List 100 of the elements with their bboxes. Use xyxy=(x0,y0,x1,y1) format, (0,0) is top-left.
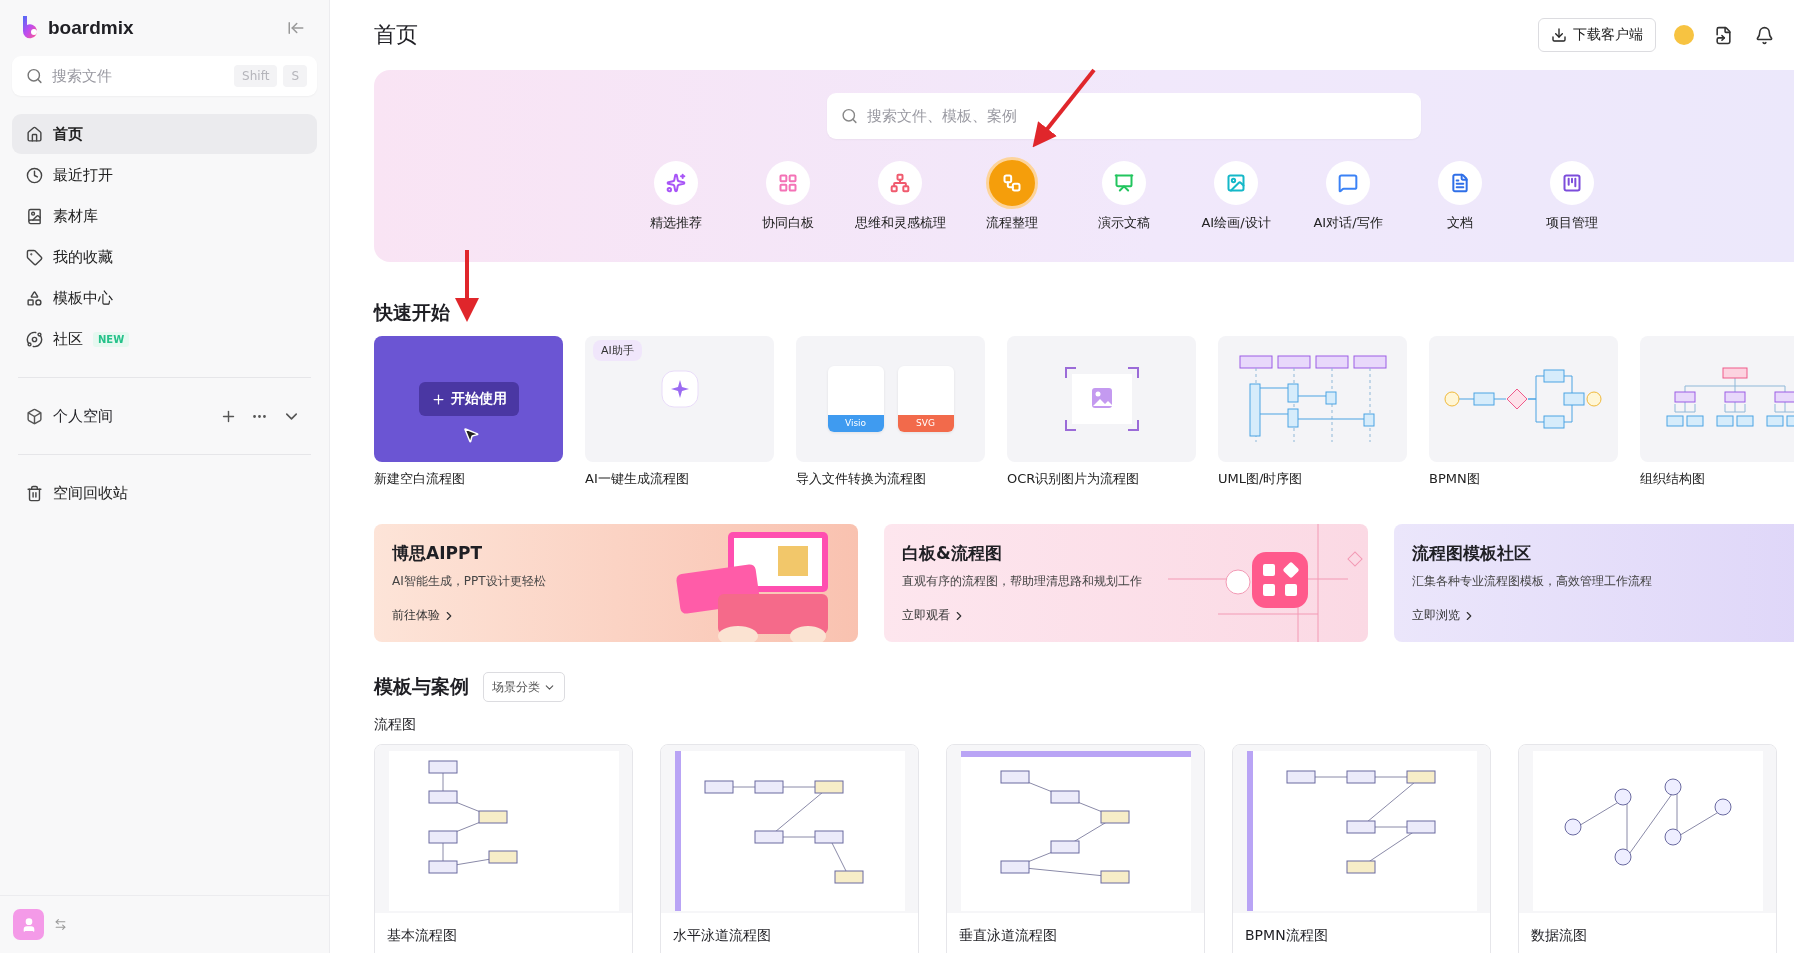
new-badge: NEW xyxy=(93,331,130,347)
sparkle-icon xyxy=(659,369,700,409)
shortcut-key: Shift xyxy=(234,65,278,87)
category-tab[interactable]: 演示文稿 xyxy=(1068,161,1180,232)
template-card[interactable]: 水平泳道流程图 xyxy=(660,744,919,953)
banner-link[interactable]: 立即浏览 xyxy=(1412,607,1476,624)
shapes-icon xyxy=(26,289,43,307)
nav-label: 我的收藏 xyxy=(53,247,113,267)
ai-tag: AI助手 xyxy=(593,340,642,361)
quick-start-card[interactable]: 开始使用 xyxy=(374,336,563,462)
tag-icon xyxy=(26,248,43,266)
category-label: AI绘画/设计 xyxy=(1201,214,1271,232)
planet-icon xyxy=(26,330,43,348)
coin-icon[interactable] xyxy=(1674,25,1694,45)
banner-title: 博思AIPPT xyxy=(392,542,483,565)
nav-label: 社区 xyxy=(53,329,83,349)
category-label: 思维和灵感梳理 xyxy=(854,214,946,232)
promo-banner[interactable]: 博思AIPPT AI智能生成，PPT设计更轻松 前往体验 xyxy=(374,524,858,642)
page-title: 首页 xyxy=(374,21,418,49)
category-tab[interactable]: 精选推荐 xyxy=(620,161,732,232)
file-icon: Visio xyxy=(827,366,884,432)
category-tab[interactable]: 流程整理 xyxy=(956,161,1068,232)
quick-start-card[interactable] xyxy=(1640,336,1794,462)
category-label: 文档 xyxy=(1447,214,1473,232)
banner-link[interactable]: 前往体验 xyxy=(392,607,456,624)
category-label: AI对话/写作 xyxy=(1313,214,1383,232)
download-icon xyxy=(1551,27,1567,43)
category-label: 演示文稿 xyxy=(1098,214,1150,232)
library-icon xyxy=(26,207,43,225)
annotation-arrow xyxy=(455,250,479,322)
card-label: AI一键生成流程图 xyxy=(585,470,690,488)
nav-item[interactable]: 我的收藏 xyxy=(12,237,317,277)
template-label: 数据流图 xyxy=(1530,926,1588,945)
quick-start-card[interactable] xyxy=(1007,336,1196,462)
template-card[interactable]: BPMN流程图 xyxy=(1232,744,1491,953)
category-label: 项目管理 xyxy=(1546,214,1598,232)
nav-label: 空间回收站 xyxy=(53,483,128,503)
category-tab[interactable]: 文档 xyxy=(1404,161,1516,232)
filter-dropdown[interactable]: 场景分类 xyxy=(483,672,565,702)
nav-item[interactable]: 空间回收站 xyxy=(12,473,317,513)
nav-label: 素材库 xyxy=(53,206,98,226)
nav-item[interactable]: 最近打开 xyxy=(12,155,317,195)
trash-icon xyxy=(26,484,43,502)
brand-name: boardmix xyxy=(48,17,134,39)
cube-icon xyxy=(26,407,43,425)
banner-link[interactable]: 立即观看 xyxy=(902,607,966,624)
category-label: 流程整理 xyxy=(986,214,1038,232)
image-scan-icon xyxy=(1063,366,1140,432)
space-label: 个人空间 xyxy=(53,406,114,426)
download-button[interactable]: 下载客户端 xyxy=(1538,18,1656,52)
nav-item[interactable]: 模板中心 xyxy=(12,278,317,318)
nav-item[interactable]: 社区 NEW xyxy=(12,319,317,359)
promo-banner[interactable]: 白板&流程图 直观有序的流程图，帮助理清思路和规划工作 立即观看 xyxy=(884,524,1368,642)
section-title: 快速开始 xyxy=(374,300,451,325)
quick-start-card[interactable]: AI助手 xyxy=(585,336,774,462)
banner-title: 流程图模板社区 xyxy=(1412,542,1532,565)
category-tab[interactable]: AI对话/写作 xyxy=(1292,161,1404,232)
card-label: UML图/时序图 xyxy=(1218,470,1304,488)
plus-icon xyxy=(430,391,446,407)
search-field[interactable]: 搜索文件、模板、案例 xyxy=(827,93,1421,139)
card-label: 导入文件转换为流程图 xyxy=(796,470,927,488)
category-tab[interactable]: 项目管理 xyxy=(1516,161,1628,232)
nav-item[interactable]: 首页 xyxy=(12,114,317,154)
category-tab[interactable]: 协同白板 xyxy=(732,161,844,232)
banner-subtitle: 汇集各种专业流程图模板，高效管理工作流程 xyxy=(1412,573,1653,590)
banner-subtitle: 直观有序的流程图，帮助理清思路和规划工作 xyxy=(902,573,1143,590)
category-label: 精选推荐 xyxy=(650,214,702,232)
template-card[interactable]: 数据流图 xyxy=(1518,744,1777,953)
template-label: BPMN流程图 xyxy=(1244,926,1329,945)
home-icon xyxy=(26,125,43,143)
nav-label: 最近打开 xyxy=(53,165,113,185)
template-card[interactable]: 垂直泳道流程图 xyxy=(946,744,1205,953)
section-title: 模板与案例 xyxy=(374,674,469,699)
promo-banner[interactable]: 流程图模板社区 汇集各种专业流程图模板，高效管理工作流程 立即浏览 xyxy=(1394,524,1794,642)
template-label: 水平泳道流程图 xyxy=(672,926,772,945)
banner-title: 白板&流程图 xyxy=(902,542,1003,565)
card-label: 新建空白流程图 xyxy=(374,470,466,488)
quick-start-card[interactable] xyxy=(1218,336,1407,462)
card-label: 组织结构图 xyxy=(1640,470,1706,488)
template-label: 基本流程图 xyxy=(386,926,458,945)
category-tab[interactable]: 思维和灵感梳理 xyxy=(844,161,956,232)
template-label: 垂直泳道流程图 xyxy=(958,926,1058,945)
template-card[interactable]: 基本流程图 xyxy=(374,744,633,953)
cursor-icon xyxy=(462,426,480,444)
file-icon: SVG xyxy=(897,366,954,432)
nav-label: 模板中心 xyxy=(53,288,113,308)
category-tab[interactable]: AI绘画/设计 xyxy=(1180,161,1292,232)
search-icon xyxy=(26,67,43,85)
search-icon xyxy=(841,107,858,125)
card-label: BPMN图 xyxy=(1429,470,1481,488)
banner-subtitle: AI智能生成，PPT设计更轻松 xyxy=(392,573,547,590)
start-button[interactable]: 开始使用 xyxy=(418,382,519,416)
nav-label: 首页 xyxy=(53,124,83,144)
nav-item[interactable]: 素材库 xyxy=(12,196,317,236)
quick-start-card[interactable] xyxy=(1429,336,1618,462)
shortcut-key: S xyxy=(283,65,307,87)
avatar[interactable] xyxy=(13,909,44,940)
category-label: 协同白板 xyxy=(762,214,814,232)
card-label: OCR识别图片为流程图 xyxy=(1007,470,1141,488)
clock-icon xyxy=(26,166,43,184)
